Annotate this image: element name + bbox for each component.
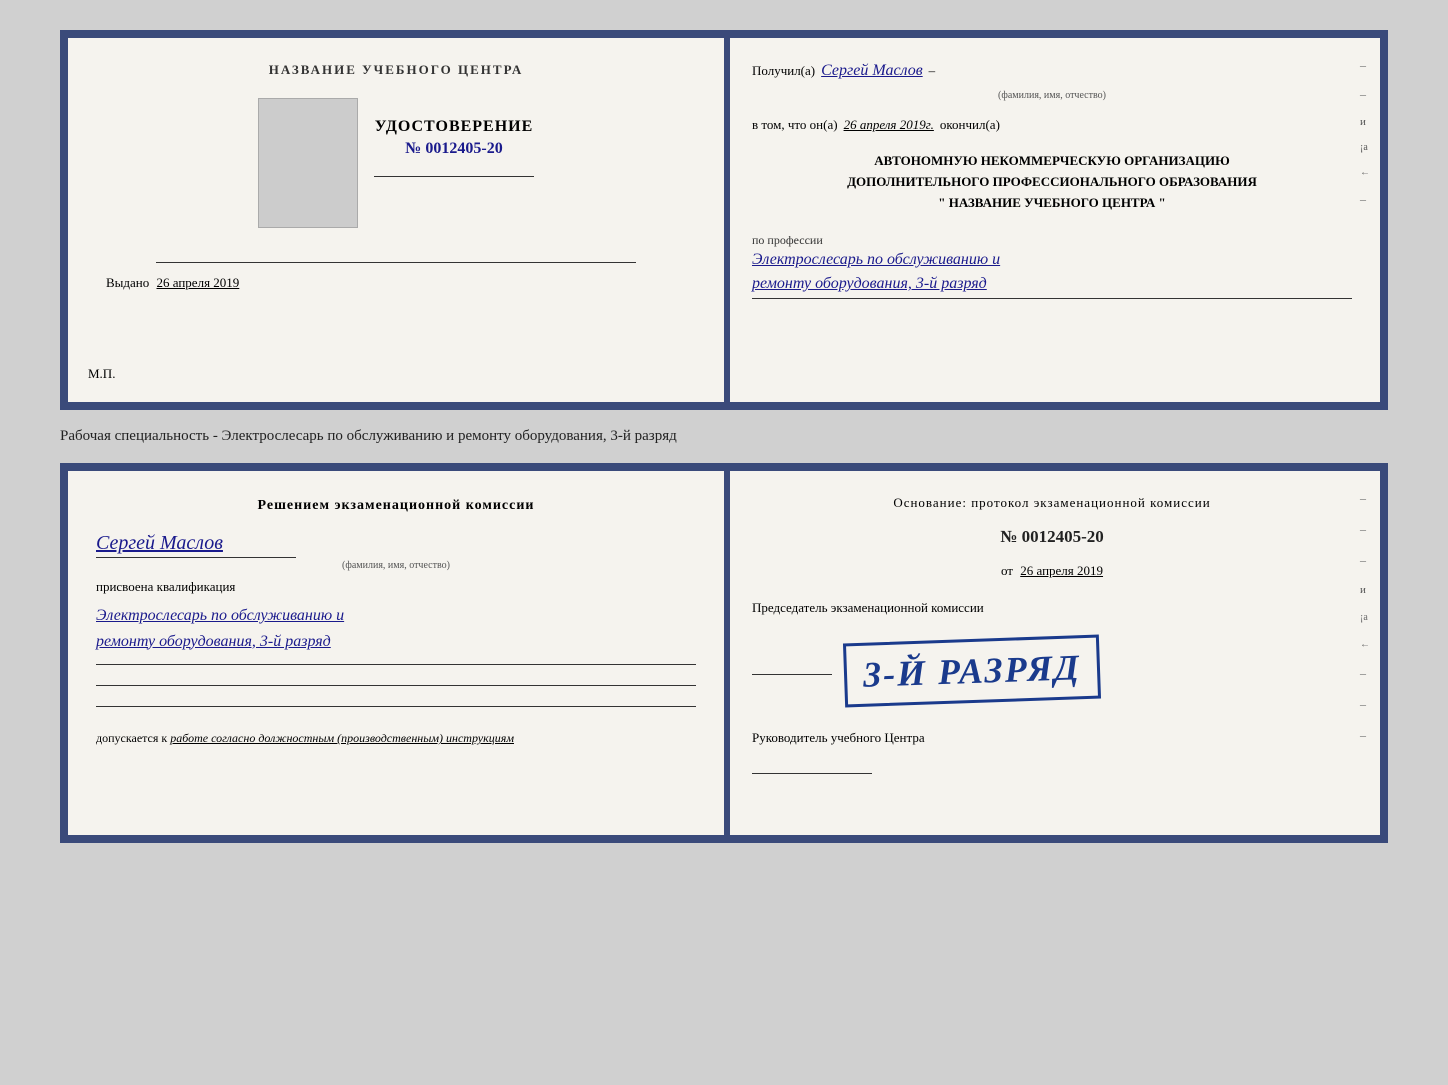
fio-sublabel-bottom: (фамилия, имя, отчество) bbox=[96, 560, 696, 571]
received-prefix: Получил(а) bbox=[752, 63, 815, 79]
dash-2: – bbox=[1360, 87, 1370, 102]
dash-6: – bbox=[1360, 192, 1370, 207]
profession-line1: Электрослесарь по обслуживанию и bbox=[752, 251, 1000, 268]
photo-placeholder bbox=[258, 98, 358, 228]
fio-sublabel-top: (фамилия, имя, отчество) bbox=[752, 90, 1352, 101]
allowed-text: допускается к работе согласно должностны… bbox=[96, 729, 696, 747]
allowed-italic: работе согласно должностным (производств… bbox=[170, 731, 514, 745]
stamp-box: 3-й разряд bbox=[843, 635, 1101, 708]
dash-4: ¡а bbox=[1360, 142, 1370, 153]
cert-bottom-left: Решением экзаменационной комиссии Сергей… bbox=[68, 471, 724, 835]
protocol-number: № 0012405-20 bbox=[752, 527, 1352, 547]
bdash-7: – bbox=[1360, 666, 1370, 681]
certificate-bottom: Решением экзаменационной комиссии Сергей… bbox=[60, 463, 1388, 843]
chairman-sign-line bbox=[752, 674, 832, 675]
bdash-9: – bbox=[1360, 728, 1370, 743]
cert-title: УДОСТОВЕРЕНИЕ bbox=[375, 118, 534, 136]
cert-top-right: Получил(а) Сергей Маслов – (фамилия, имя… bbox=[724, 38, 1380, 402]
qual-line2: ремонту оборудования, 3-й разряд bbox=[96, 633, 331, 650]
org-name-top: НАЗВАНИЕ УЧЕБНОГО ЦЕНТРА bbox=[269, 62, 524, 78]
qualification-label: присвоена квалификация bbox=[96, 579, 696, 595]
underline-1 bbox=[374, 176, 534, 177]
protocol-date-value: 26 апреля 2019 bbox=[1020, 563, 1103, 578]
fio-name-bottom: Сергей Маслов bbox=[96, 532, 696, 555]
bdash-5: ¡а bbox=[1360, 612, 1370, 623]
basis-title: Основание: протокол экзаменационной коми… bbox=[752, 495, 1352, 511]
underline-profession bbox=[752, 298, 1352, 299]
stamp-text: 3-й разряд bbox=[862, 646, 1081, 696]
bdash-2: – bbox=[1360, 522, 1370, 537]
profession-line2: ремонту оборудования, 3-й разряд bbox=[752, 275, 987, 292]
cert-bottom-right: Основание: протокол экзаменационной коми… bbox=[724, 471, 1380, 835]
issued-date: 26 апреля 2019 bbox=[157, 275, 240, 290]
bdash-1: – bbox=[1360, 491, 1370, 506]
in-that-date: 26 апреля 2019г. bbox=[844, 117, 934, 133]
director-sign-line bbox=[752, 773, 872, 774]
org-line2: ДОПОЛНИТЕЛЬНОГО ПРОФЕССИОНАЛЬНОГО ОБРАЗО… bbox=[752, 172, 1352, 193]
chairman-text: Председатель экзаменационной комиссии bbox=[752, 600, 984, 615]
dash-3: и bbox=[1360, 116, 1370, 128]
fio-block-bottom: Сергей Маслов (фамилия, имя, отчество) bbox=[96, 532, 696, 571]
bdash-8: – bbox=[1360, 697, 1370, 712]
org-line3: " НАЗВАНИЕ УЧЕБНОГО ЦЕНТРА " bbox=[752, 193, 1352, 214]
profession-label: по профессии bbox=[752, 233, 1352, 248]
right-marks-top: – – и ¡а ← – bbox=[1360, 58, 1370, 207]
chairman-label: Председатель экзаменационной комиссии bbox=[752, 599, 1352, 617]
recipient-name: Сергей Маслов bbox=[821, 62, 923, 80]
protocol-date-prefix: от bbox=[1001, 563, 1013, 578]
protocol-date: от 26 апреля 2019 bbox=[752, 563, 1352, 579]
allowed-prefix: допускается к bbox=[96, 731, 167, 745]
middle-specialty-text: Рабочая специальность - Электрослесарь п… bbox=[60, 422, 1388, 451]
org-block: АВТОНОМНУЮ НЕКОММЕРЧЕСКУЮ ОРГАНИЗАЦИЮ ДО… bbox=[752, 151, 1352, 213]
underline-fio bbox=[96, 557, 296, 558]
in-that-row: в том, что он(а) 26 апреля 2019г. окончи… bbox=[752, 117, 1352, 133]
underline-qual2 bbox=[96, 685, 696, 686]
issued-label: Выдано bbox=[106, 275, 149, 290]
bdash-6: ← bbox=[1360, 639, 1370, 650]
cert-top-left: НАЗВАНИЕ УЧЕБНОГО ЦЕНТРА УДОСТОВЕРЕНИЕ №… bbox=[68, 38, 724, 402]
in-that-prefix: в том, что он(а) bbox=[752, 117, 838, 133]
cert-inner-divider bbox=[724, 471, 730, 835]
received-row: Получил(а) Сергей Маслов – bbox=[752, 62, 1352, 80]
org-line1: АВТОНОМНУЮ НЕКОММЕРЧЕСКУЮ ОРГАНИЗАЦИЮ bbox=[752, 151, 1352, 172]
cert-number-top: № 0012405-20 bbox=[405, 140, 502, 158]
mp-label: М.П. bbox=[88, 366, 115, 382]
underline-qual3 bbox=[96, 706, 696, 707]
dash-5: ← bbox=[1360, 167, 1370, 178]
decision-title: Решением экзаменационной комиссии bbox=[96, 495, 696, 516]
bdash-4: и bbox=[1360, 584, 1370, 596]
cert-vertical-divider bbox=[724, 38, 730, 402]
bdash-3: – bbox=[1360, 553, 1370, 568]
underline-2 bbox=[156, 262, 636, 263]
dash-1: – bbox=[1360, 58, 1370, 73]
right-marks-bottom: – – – и ¡а ← – – – bbox=[1360, 491, 1370, 743]
document-container: НАЗВАНИЕ УЧЕБНОГО ЦЕНТРА УДОСТОВЕРЕНИЕ №… bbox=[20, 20, 1428, 853]
underline-qual bbox=[96, 664, 696, 665]
finished-label: окончил(а) bbox=[940, 117, 1000, 133]
qualification-value: Электрослесарь по обслуживанию и ремонту… bbox=[96, 603, 696, 654]
certificate-top: НАЗВАНИЕ УЧЕБНОГО ЦЕНТРА УДОСТОВЕРЕНИЕ №… bbox=[60, 30, 1388, 410]
stamp-area: 3-й разряд bbox=[752, 631, 1352, 711]
qual-line1: Электрослесарь по обслуживанию и bbox=[96, 607, 344, 624]
profession-value: Электрослесарь по обслуживанию и ремонту… bbox=[752, 248, 1352, 296]
director-label: Руководитель учебного Центра bbox=[752, 729, 1352, 747]
